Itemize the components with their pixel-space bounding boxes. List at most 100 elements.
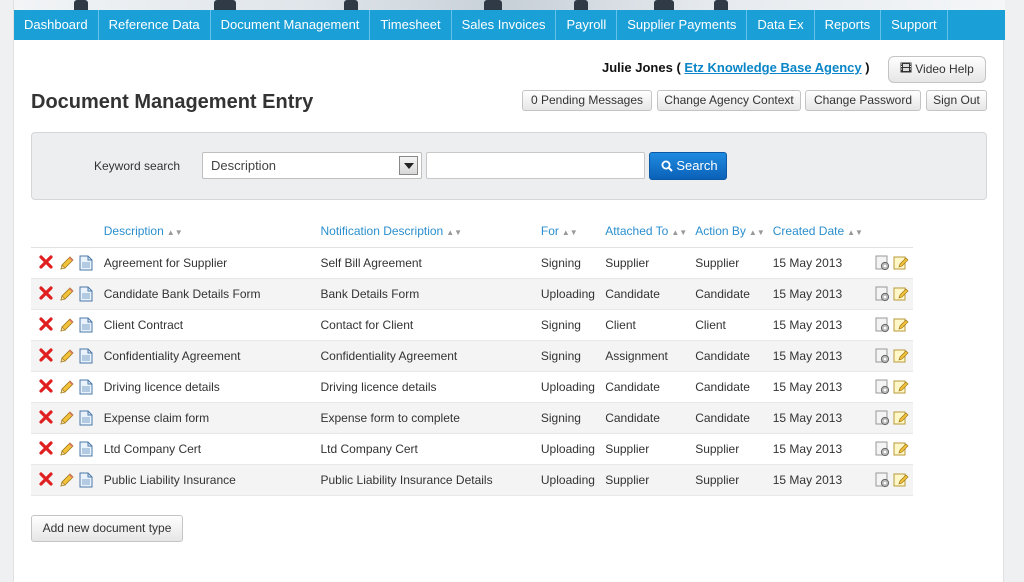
cell-created-date: 15 May 2013 (768, 371, 867, 403)
row-icons-cell (31, 464, 100, 496)
delete-icon[interactable] (39, 285, 55, 302)
agency-link[interactable]: Etz Knowledge Base Agency (684, 60, 861, 75)
delete-icon[interactable] (39, 378, 55, 395)
notepad-edit-icon[interactable] (893, 410, 909, 426)
document-icon[interactable] (79, 441, 95, 457)
table-row: Public Liability Insurance Public Liabili… (31, 464, 913, 496)
nav-supplier-payments[interactable]: Supplier Payments (617, 10, 748, 40)
edit-pencil-icon[interactable] (59, 317, 75, 333)
nav-reference-data[interactable]: Reference Data (99, 10, 211, 40)
cell-description: Ltd Company Cert (99, 433, 317, 465)
change-password-button[interactable]: Change Password (805, 90, 921, 111)
cell-notification-description: Bank Details Form (316, 278, 537, 310)
document-icon[interactable] (79, 255, 95, 271)
magnifier-icon (661, 160, 673, 172)
col-description[interactable]: Description ▲▼ (99, 216, 317, 248)
cell-description: Confidentiality Agreement (99, 340, 317, 372)
row-actions-cell (866, 402, 913, 434)
row-actions-header (866, 216, 913, 248)
edit-pencil-icon[interactable] (59, 379, 75, 395)
delete-icon[interactable] (39, 471, 55, 488)
nav-data-ex[interactable]: Data Ex (747, 10, 815, 40)
cell-description: Driving licence details (99, 371, 317, 403)
paren-open: ( (676, 60, 681, 75)
delete-icon[interactable] (39, 440, 55, 457)
nav-dashboard[interactable]: Dashboard (14, 10, 99, 40)
col-created-date[interactable]: Created Date ▲▼ (768, 216, 867, 248)
cell-attached-to: Supplier (601, 433, 692, 465)
cell-notification-description: Expense form to complete (316, 402, 537, 434)
row-actions-cell (866, 433, 913, 465)
nav-payroll[interactable]: Payroll (556, 10, 618, 40)
cell-action-by: Candidate (691, 340, 769, 372)
notepad-edit-icon[interactable] (893, 255, 909, 271)
cell-description: Candidate Bank Details Form (99, 278, 317, 310)
col-attached-to[interactable]: Attached To ▲▼ (601, 216, 692, 248)
notepad-edit-icon[interactable] (893, 379, 909, 395)
cell-for: Uploading (536, 278, 602, 310)
keyword-input[interactable] (426, 152, 645, 179)
row-icons-cell (31, 371, 100, 403)
edit-pencil-icon[interactable] (59, 255, 75, 271)
document-icon[interactable] (79, 410, 95, 426)
edit-pencil-icon[interactable] (59, 472, 75, 488)
change-agency-context-button[interactable]: Change Agency Context (657, 90, 801, 111)
cell-notification-description: Self Bill Agreement (316, 247, 537, 279)
table-row: Ltd Company Cert Ltd Company Cert Uploadin… (31, 433, 913, 465)
nav-sales-invoices[interactable]: Sales Invoices (452, 10, 557, 40)
settings-gear-icon[interactable] (875, 410, 891, 426)
notepad-edit-icon[interactable] (893, 286, 909, 302)
nav-document-management[interactable]: Document Management (211, 10, 371, 40)
delete-icon[interactable] (39, 409, 55, 426)
table-row: Driving licence details Driving licence d… (31, 371, 913, 403)
header-banner (14, 0, 1005, 10)
document-icon[interactable] (79, 472, 95, 488)
settings-gear-icon[interactable] (875, 441, 891, 457)
edit-pencil-icon[interactable] (59, 348, 75, 364)
edit-pencil-icon[interactable] (59, 441, 75, 457)
col-action-by[interactable]: Action By ▲▼ (691, 216, 769, 248)
notepad-edit-icon[interactable] (893, 317, 909, 333)
cell-attached-to: Candidate (601, 278, 692, 310)
settings-gear-icon[interactable] (875, 286, 891, 302)
delete-icon[interactable] (39, 316, 55, 333)
search-button[interactable]: Search (649, 152, 727, 180)
sort-icon: ▲▼ (748, 228, 765, 238)
document-icon[interactable] (79, 348, 95, 364)
cell-notification-description: Driving licence details (316, 371, 537, 403)
paren-close: ) (865, 60, 870, 75)
user-info: Julie Jones ( Etz Knowledge Base Agency … (602, 60, 870, 75)
sign-out-button[interactable]: Sign Out (926, 90, 987, 111)
document-icon[interactable] (79, 317, 95, 333)
document-icon[interactable] (79, 379, 95, 395)
col-notification-description[interactable]: Notification Description ▲▼ (316, 216, 537, 248)
nav-support[interactable]: Support (881, 10, 948, 40)
document-icon[interactable] (79, 286, 95, 302)
nav-reports[interactable]: Reports (815, 10, 882, 40)
nav-timesheet[interactable]: Timesheet (370, 10, 452, 40)
delete-icon[interactable] (39, 347, 55, 364)
video-help-button[interactable]: Video Help (888, 56, 986, 83)
settings-gear-icon[interactable] (875, 255, 891, 271)
row-icons-cell (31, 402, 100, 434)
cell-created-date: 15 May 2013 (768, 309, 867, 341)
settings-gear-icon[interactable] (875, 379, 891, 395)
edit-pencil-icon[interactable] (59, 410, 75, 426)
settings-gear-icon[interactable] (875, 348, 891, 364)
sort-icon: ▲▼ (561, 228, 578, 238)
actions-header (31, 216, 100, 248)
settings-gear-icon[interactable] (875, 317, 891, 333)
dropdown-arrow-icon[interactable] (399, 156, 418, 175)
notepad-edit-icon[interactable] (893, 472, 909, 488)
edit-pencil-icon[interactable] (59, 286, 75, 302)
col-for[interactable]: For ▲▼ (536, 216, 602, 248)
row-actions-cell (866, 371, 913, 403)
add-new-document-type-button[interactable]: Add new document type (31, 515, 183, 542)
search-field-select[interactable]: Description (202, 152, 422, 179)
notepad-edit-icon[interactable] (893, 348, 909, 364)
delete-icon[interactable] (39, 254, 55, 271)
notepad-edit-icon[interactable] (893, 441, 909, 457)
settings-gear-icon[interactable] (875, 472, 891, 488)
pending-messages-button[interactable]: 0 Pending Messages (522, 90, 652, 111)
cell-created-date: 15 May 2013 (768, 464, 867, 496)
